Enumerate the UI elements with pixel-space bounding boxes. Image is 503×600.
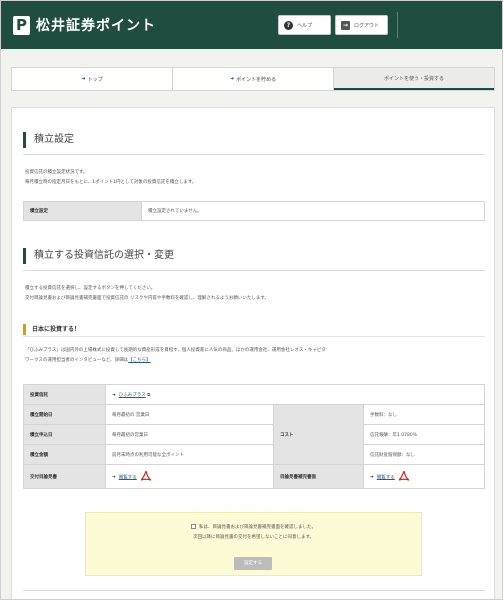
fund-select-desc-1: 積立する投資信託を選択し、設定するボタンを押してください。 xyxy=(25,286,156,291)
tab-use-points[interactable]: ポイントを使う・投資する xyxy=(334,68,494,90)
cost-trust-fee: 信託報酬：年1.0780% xyxy=(363,424,485,445)
agreement-checkbox[interactable] xyxy=(191,524,196,529)
settings-table-value: 積立設定されていません。 xyxy=(141,201,485,221)
prospectus-link[interactable]: 閲覧する xyxy=(119,475,137,480)
logout-button-label: ログアウト xyxy=(354,22,380,29)
header-bar: P 松井証券ポイント ? ヘルプ → ログアウト xyxy=(1,1,502,49)
bottom-divider xyxy=(23,590,485,591)
cost-fee: 手数料：なし xyxy=(363,404,485,425)
prospectus-cell: ➜ 閲覧する xyxy=(105,464,274,489)
agreement-text-2: 次回以降に目論見書の交付を希望しないことに同意します。 xyxy=(192,535,315,540)
pdf-icon[interactable] xyxy=(141,470,152,483)
brand[interactable]: P 松井証券ポイント xyxy=(13,15,156,35)
arrow-right-icon: ➜ xyxy=(370,475,374,480)
pdf-icon[interactable] xyxy=(399,470,410,483)
agreement-text-1: 私は、目論見書および目論見書補完書面を確認しました。 xyxy=(199,525,316,530)
settings-table: 積立設定 積立設定されていません。 xyxy=(23,201,485,221)
supplement-label: 目論見書補完書面 xyxy=(273,464,364,489)
fund-name-link[interactable]: ひふみプラス xyxy=(119,393,146,398)
tab-earn-points-label: ポイントを貯める xyxy=(236,76,277,83)
deposit-date-label: 積立申込日 xyxy=(23,424,106,445)
brand-logo-icon: P xyxy=(13,15,30,35)
help-button[interactable]: ? ヘルプ xyxy=(278,15,331,35)
prospectus-label: 交付目論見書 xyxy=(23,464,106,489)
agreement-box: 私は、目論見書および目論見書補完書面を確認しました。 次回以降に目論見書の交付を… xyxy=(85,512,422,576)
submit-settings-button[interactable]: 設定する xyxy=(234,557,272,570)
fund-heading-text: 日本に投資する！ xyxy=(32,326,81,333)
arrow-right-icon: ➜ xyxy=(112,475,116,480)
start-date-value: 毎月最初の 営業日 xyxy=(105,404,274,425)
fund-name-cell: ➜ ひふみプラス ⧉ xyxy=(105,384,485,405)
fund-name-label: 投資信託 xyxy=(23,384,106,405)
section-title-settings: 積立設定 xyxy=(23,132,74,148)
brand-title: 松井証券ポイント xyxy=(36,18,156,34)
main-panel: 積立設定 投資信託の積立設定状況です。 毎月積立時の指定月日をもとに、1ポイント… xyxy=(11,107,495,599)
arrow-right-icon: ➜ xyxy=(229,76,235,82)
header-divider xyxy=(397,12,398,38)
page-frame: P 松井証券ポイント ? ヘルプ → ログアウト ➜ トップ ➜ ポイントを貯め… xyxy=(0,0,503,600)
settings-desc-2: 毎月積立時の指定月日をもとに、1ポイント1円として対象の投資信託を積立します。 xyxy=(25,180,197,185)
fund-desc-2: ワークスの運用担当者のインタビューなど、詳細は【こちら】 xyxy=(25,356,151,366)
heading-accent-bar xyxy=(23,324,26,335)
start-date-label: 積立開始日 xyxy=(23,404,106,425)
amount-label: 積立金額 xyxy=(23,444,106,465)
fund-desc-1: 「ひふみプラス」は国内外の上場株式に投資して長期的な資産形成を目指す、個人投資家… xyxy=(25,348,326,353)
external-link-icon: ⧉ xyxy=(147,392,151,398)
tab-use-points-label: ポイントを使う・投資する xyxy=(383,75,444,82)
arrow-right-icon: ➜ xyxy=(112,392,116,398)
supplement-link[interactable]: 閲覧する xyxy=(377,475,395,480)
cost-label: コスト xyxy=(273,404,364,465)
fund-table: 投資信託 ➜ ひふみプラス ⧉ 積立開始日 毎月最初の 営業日 コスト 手数料：な… xyxy=(23,384,485,489)
section-divider xyxy=(23,270,485,271)
fund-select-desc-2: 交付目論見書および目論見書補完書面で投資信託の リスクや内容や手数料を確認し、理… xyxy=(25,296,269,301)
supplement-cell: ➜ 閲覧する xyxy=(363,464,485,489)
question-icon: ? xyxy=(284,20,293,30)
help-button-label: ヘルプ xyxy=(297,22,313,29)
tab-earn-points[interactable]: ➜ ポイントを貯める xyxy=(173,68,334,90)
cost-retention: 信託財産留保額：なし xyxy=(363,444,485,465)
section-divider xyxy=(23,154,485,155)
logout-button[interactable]: → ログアウト xyxy=(335,15,388,35)
section-title-fund-select: 積立する投資信託の選択・変更 xyxy=(23,248,174,264)
settings-desc-1: 投資信託の積立設定状況です。 xyxy=(25,170,88,175)
fund-desc-2-text: ワークスの運用担当者のインタビューなど、詳細は xyxy=(25,358,129,363)
agreement-line-1: 私は、目論見書および目論見書補完書面を確認しました。 xyxy=(86,524,421,532)
amount-value: 前月末時点の利用可能な全ポイント xyxy=(105,444,274,465)
logout-icon: → xyxy=(341,20,350,30)
tab-top[interactable]: ➜ トップ xyxy=(12,68,173,90)
fund-heading: 日本に投資する！ xyxy=(23,322,485,337)
nav-tabs: ➜ トップ ➜ ポイントを貯める ポイントを使う・投資する xyxy=(11,67,495,91)
fund-details-link[interactable]: 【こちら】 xyxy=(128,358,151,363)
deposit-date-value: 毎月最初の営業日 xyxy=(105,424,274,445)
settings-table-label: 積立設定 xyxy=(23,201,142,221)
tab-top-label: トップ xyxy=(87,76,103,83)
arrow-right-icon: ➜ xyxy=(81,76,86,82)
